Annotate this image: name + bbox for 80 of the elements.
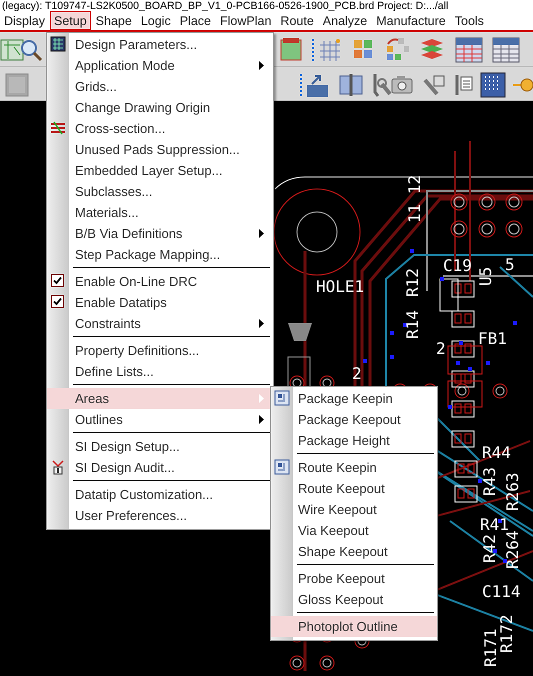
menu-item[interactable]: Route Keepout [271,478,437,499]
menu-item[interactable]: Embedded Layer Setup... [47,160,273,181]
component-label: R14 [403,310,422,339]
component-label: 2 [352,364,362,383]
submenu-arrow-icon [259,61,265,70]
component-label: U5 [476,266,495,286]
menu-item[interactable]: Gloss Keepout [271,589,437,610]
menu-item[interactable]: Package Keepout [271,409,437,430]
menu-item[interactable]: Probe Keepout [271,568,437,589]
window-icon [274,390,290,406]
menu-item[interactable]: Step Package Mapping... [47,244,273,265]
menu-bar-item[interactable]: Tools [450,11,488,30]
checkbox[interactable] [51,295,64,308]
chip-grid-icon [50,36,66,52]
component-label: FB1 [478,328,507,348]
component-label: R12 [403,268,422,297]
menu-item[interactable]: Define Lists... [47,361,273,382]
menu-item[interactable]: Enable On-Line DRC [47,271,273,292]
menu-bar-item[interactable]: Manufacture [372,11,450,30]
component-label: R42 [480,534,499,563]
menu-bar-item[interactable]: Display [0,11,49,30]
component-label: HOLE1 [316,276,364,296]
menu-item[interactable]: Package Keepin [271,388,437,409]
window-icon [274,459,290,475]
menu-item[interactable]: Subclasses... [47,181,273,202]
layers-icon [50,120,66,136]
window-title: (legacy): T109747-LS2K0500_BOARD_BP_V1_0-PCB166-0526-1900_PCB.brd Project: D:.../all [1,0,448,12]
submenu-arrow-icon [259,319,265,328]
component-label: R171 [481,628,500,667]
table-icon[interactable] [492,37,520,64]
component-label: 2 [436,338,446,358]
checkbox[interactable] [51,274,64,287]
component-label: C114 [482,582,521,601]
menu-item[interactable]: Shape Keepout [271,541,437,562]
menu-bar-item[interactable]: Place [176,11,215,30]
menu-item[interactable]: SI Design Setup... [47,436,273,457]
menu-item[interactable]: Application Mode [47,55,273,76]
menu-item[interactable]: Datatip Customization... [47,484,273,505]
menu-item[interactable]: Wire Keepout [271,499,437,520]
probe-icon [50,459,66,475]
submenu-arrow-icon [259,394,265,403]
menu-item[interactable]: Materials... [47,202,273,223]
menu-bar-item[interactable]: FlowPlan [216,11,276,30]
menu-item[interactable]: User Preferences... [47,505,273,526]
component-label: C19 [443,256,472,275]
export-icon[interactable] [300,72,330,100]
menu-bar-item[interactable]: Setup [50,11,91,30]
menu-bar-item[interactable]: Logic [136,11,175,30]
menu-item[interactable]: Route Keepin [271,457,437,478]
menu-item[interactable]: Constraints [47,313,273,334]
component-label: R263 [503,472,522,511]
component-label: 11 12 [405,174,424,223]
menu-item[interactable]: Enable Datatips [47,292,273,313]
menu-bar-item[interactable]: Shape [92,11,136,30]
menu-item[interactable]: Photoplot Outline [271,616,437,637]
menu-item[interactable]: Cross-section... [47,118,273,139]
component-label: R43 [480,467,499,496]
menu-bar-item[interactable]: Route [276,11,318,30]
submenu-arrow-icon [259,229,265,238]
dot-grid-icon[interactable] [480,72,506,98]
submenu-arrow-icon [259,415,265,424]
grid-icon[interactable] [312,37,342,64]
menu-item[interactable]: Property Definitions... [47,340,273,361]
component-label: 5 [505,254,515,274]
component-squares-icon[interactable] [384,37,410,62]
zoom-icon[interactable] [18,37,44,64]
component-label: R44 [482,442,511,462]
menu-item[interactable]: Via Keepout [271,520,437,541]
menu-item[interactable]: B/B Via Definitions [47,223,273,244]
table-icon[interactable] [455,37,483,64]
menu-item[interactable]: Outlines [47,409,273,430]
menu-item[interactable]: Grids... [47,76,273,97]
menu-item[interactable]: Unused Pads Suppression... [47,139,273,160]
menu-item[interactable]: Design Parameters... [47,34,273,55]
menu-bar-item[interactable]: Analyze [318,11,372,30]
board-icon[interactable] [0,37,26,64]
menu-item[interactable]: Package Height [271,430,437,451]
menu-item[interactable]: Areas [47,388,273,409]
menu-item[interactable]: SI Design Audit... [47,457,273,478]
component-label: R172 [497,614,516,653]
